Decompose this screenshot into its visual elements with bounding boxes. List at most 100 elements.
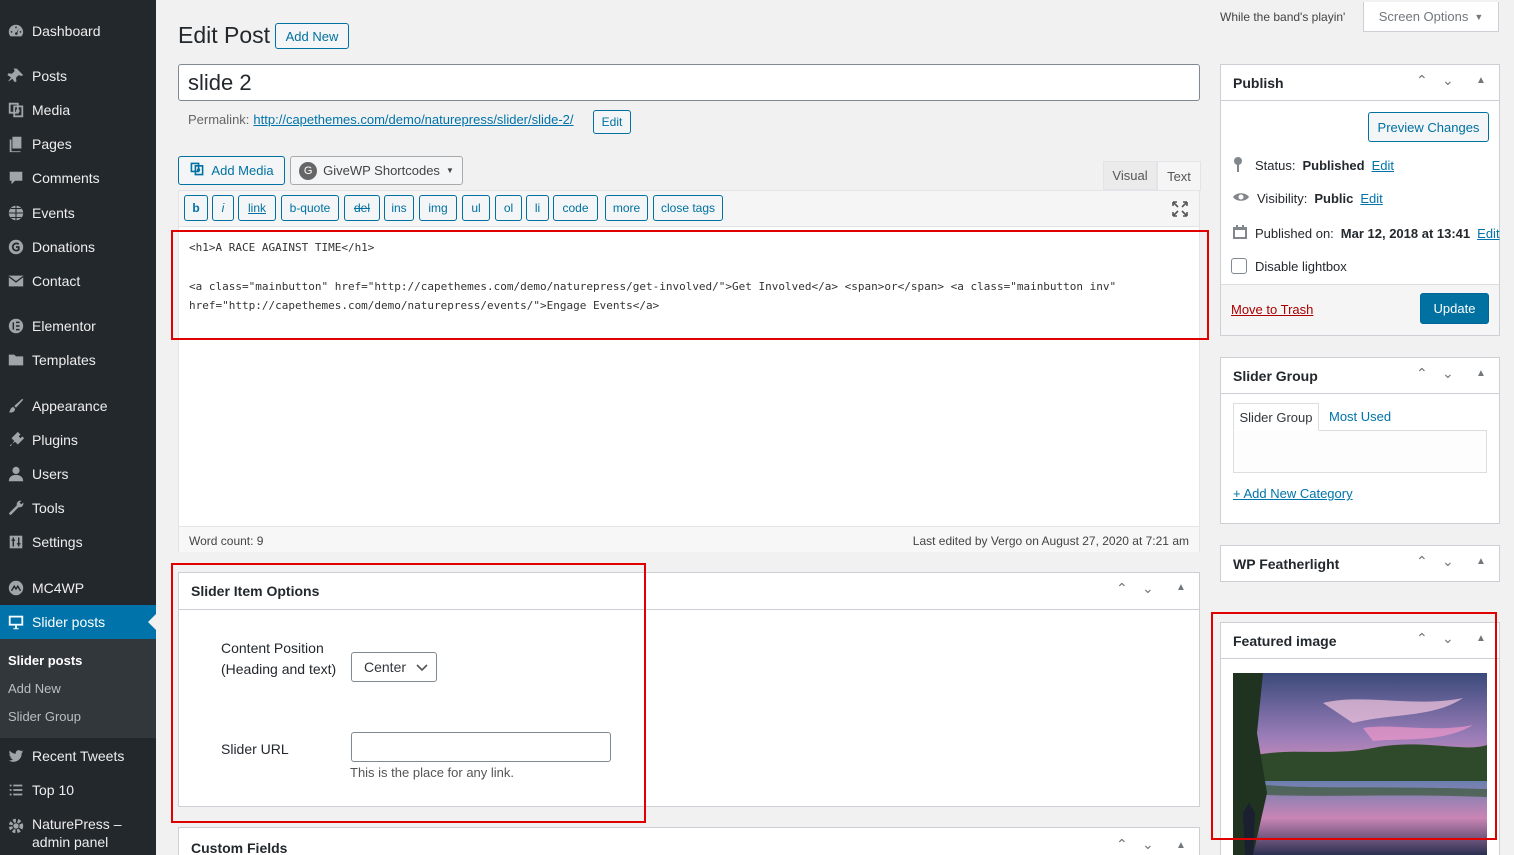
media-icon <box>189 161 205 180</box>
tagline: While the band's playin' <box>1220 10 1346 24</box>
submenu-slider-group[interactable]: Slider Group <box>8 709 81 724</box>
sidebar-item-donations[interactable]: Donations <box>0 230 156 264</box>
content-position-select[interactable]: Center <box>351 652 437 682</box>
move-down-icon[interactable]: ⌄ <box>1442 72 1454 89</box>
sidebar-item-contact[interactable]: Contact <box>0 264 156 298</box>
sidebar-item-dashboard[interactable]: Dashboard <box>0 14 156 48</box>
toggle-panel-icon[interactable]: ▲ <box>1176 582 1186 593</box>
move-down-icon[interactable]: ⌄ <box>1142 580 1154 597</box>
tab-text[interactable]: Text <box>1157 161 1201 191</box>
sidebar-item-top-10[interactable]: Top 10 <box>0 773 156 807</box>
dashboard-icon <box>0 22 32 40</box>
toggle-panel-icon[interactable]: ▲ <box>1476 368 1486 379</box>
publish-title: Publish <box>1233 75 1284 91</box>
toggle-panel-icon[interactable]: ▲ <box>1176 840 1186 851</box>
toggle-panel-icon[interactable]: ▲ <box>1476 633 1486 644</box>
pages-icon <box>0 135 32 153</box>
main-content: While the band's playin' Screen Options … <box>156 0 1514 855</box>
quicktag-i[interactable]: i <box>212 195 234 221</box>
quicktag-img[interactable]: img <box>419 195 457 221</box>
move-up-icon[interactable]: ⌃ <box>1416 630 1428 647</box>
sidebar-item-appearance[interactable]: Appearance <box>0 389 156 423</box>
add-new-button[interactable]: Add New <box>275 23 349 49</box>
comment-icon <box>0 169 32 187</box>
add-new-category-link[interactable]: + Add New Category <box>1233 486 1353 501</box>
sidebar-item-plugins[interactable]: Plugins <box>0 423 156 457</box>
tab-slider-group-all[interactable]: Slider Group <box>1233 403 1319 431</box>
sidebar-item-users[interactable]: Users <box>0 457 156 491</box>
sidebar-item-mc4wp[interactable]: MC4WP <box>0 571 156 605</box>
move-up-icon[interactable]: ⌃ <box>1416 72 1428 89</box>
featured-image-thumbnail[interactable] <box>1233 673 1487 855</box>
move-up-icon[interactable]: ⌃ <box>1416 365 1428 382</box>
disable-lightbox-row: Disable lightbox <box>1231 258 1347 274</box>
move-up-icon[interactable]: ⌃ <box>1116 580 1128 597</box>
sidebar-item-settings[interactable]: Settings <box>0 525 156 559</box>
sidebar-item-naturepress-admin[interactable]: NaturePress – admin panel <box>0 815 156 855</box>
permalink-edit-button[interactable]: Edit <box>593 110 631 134</box>
quicktag-more[interactable]: more <box>605 195 648 221</box>
move-to-trash-link[interactable]: Move to Trash <box>1231 302 1313 317</box>
preview-changes-button[interactable]: Preview Changes <box>1368 112 1489 142</box>
user-icon <box>0 465 32 483</box>
quicktag-close-tags[interactable]: close tags <box>653 195 723 221</box>
permalink-link[interactable]: http://capethemes.com/demo/naturepress/s… <box>253 112 573 127</box>
givewp-icon: G <box>299 161 318 180</box>
word-count: Word count: 9 <box>189 534 264 548</box>
move-up-icon[interactable]: ⌃ <box>1416 553 1428 570</box>
quicktag-link[interactable]: link <box>238 195 276 221</box>
slider-item-options-title: Slider Item Options <box>191 583 320 599</box>
slider-url-help: This is the place for any link. <box>350 765 515 780</box>
add-media-button[interactable]: Add Media <box>178 156 285 185</box>
edit-visibility-link[interactable]: Edit <box>1360 191 1382 206</box>
sidebar-item-recent-tweets[interactable]: Recent Tweets <box>0 739 156 773</box>
givewp-shortcodes-button[interactable]: G GiveWP Shortcodes ▼ <box>290 156 463 185</box>
calendar-icon <box>1232 224 1248 243</box>
quicktag-code[interactable]: code <box>553 195 598 221</box>
status-row: Status: Published Edit <box>1232 156 1394 175</box>
sidebar-item-elementor[interactable]: Elementor <box>0 309 156 343</box>
update-button[interactable]: Update <box>1420 293 1489 324</box>
chevron-down-icon <box>416 659 428 675</box>
move-down-icon[interactable]: ⌄ <box>1142 836 1154 853</box>
move-up-icon[interactable]: ⌃ <box>1116 836 1128 853</box>
sidebar-item-tools[interactable]: Tools <box>0 491 156 525</box>
move-down-icon[interactable]: ⌄ <box>1442 365 1454 382</box>
quicktag-ol[interactable]: ol <box>495 195 522 221</box>
fullscreen-icon[interactable] <box>1171 200 1189 218</box>
tab-most-used[interactable]: Most Used <box>1329 409 1391 424</box>
quicktag-del[interactable]: del <box>344 195 380 221</box>
visibility-row: Visibility: Public Edit <box>1232 190 1383 207</box>
toggle-panel-icon[interactable]: ▲ <box>1476 75 1486 86</box>
slider-url-input[interactable] <box>351 732 611 762</box>
disable-lightbox-checkbox[interactable] <box>1231 258 1247 274</box>
sidebar-item-comments[interactable]: Comments <box>0 161 156 195</box>
plugin-icon <box>0 431 32 449</box>
editor-textarea[interactable] <box>179 228 1199 526</box>
submenu-add-new[interactable]: Add New <box>8 681 61 696</box>
sidebar-item-templates[interactable]: Templates <box>0 343 156 377</box>
tab-visual[interactable]: Visual <box>1103 161 1157 190</box>
permalink-row: Permalink: http://capethemes.com/demo/na… <box>188 112 574 127</box>
move-down-icon[interactable]: ⌄ <box>1442 630 1454 647</box>
quicktag-b[interactable]: b <box>184 195 208 221</box>
screen-options-button[interactable]: Screen Options ▼ <box>1363 2 1499 32</box>
post-title-input[interactable]: slide 2 <box>178 64 1200 101</box>
move-down-icon[interactable]: ⌄ <box>1442 553 1454 570</box>
monitor-icon <box>0 613 32 631</box>
sidebar-item-slider-posts[interactable]: Slider posts <box>0 605 156 639</box>
page-title: Edit Post <box>178 22 271 48</box>
sidebar-item-media[interactable]: Media <box>0 93 156 127</box>
quicktag-li[interactable]: li <box>526 195 549 221</box>
edit-date-link[interactable]: Edit <box>1477 226 1499 241</box>
quicktag-ul[interactable]: ul <box>462 195 490 221</box>
edit-status-link[interactable]: Edit <box>1372 158 1394 173</box>
quicktag-ins[interactable]: ins <box>384 195 414 221</box>
brush-icon <box>0 397 32 415</box>
quicktag-b-quote[interactable]: b-quote <box>281 195 339 221</box>
sidebar-item-pages[interactable]: Pages <box>0 127 156 161</box>
submenu-slider-posts[interactable]: Slider posts <box>8 653 82 668</box>
sidebar-item-posts[interactable]: Posts <box>0 59 156 93</box>
toggle-panel-icon[interactable]: ▲ <box>1476 556 1486 567</box>
sidebar-item-events[interactable]: Events <box>0 196 156 230</box>
